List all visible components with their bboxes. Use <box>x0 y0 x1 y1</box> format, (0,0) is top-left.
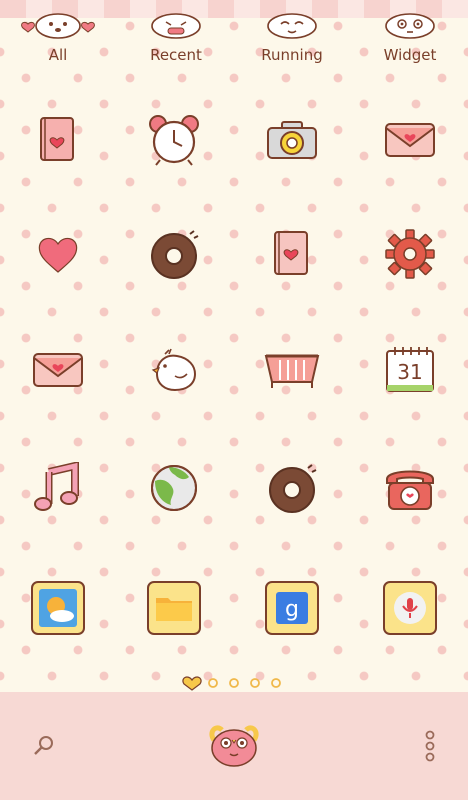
folder-icon <box>147 581 201 635</box>
heart-icon <box>38 237 78 273</box>
app-calendar[interactable]: 31 <box>370 330 450 410</box>
app-heart[interactable] <box>18 214 98 294</box>
app-files[interactable] <box>134 568 214 648</box>
tab-running[interactable]: Running <box>242 10 342 68</box>
pager-dot[interactable] <box>229 678 239 688</box>
tab-widget[interactable]: Widget <box>360 10 460 68</box>
camera-icon <box>267 121 317 159</box>
book-heart-icon <box>40 117 74 161</box>
donut-icon <box>151 230 199 279</box>
search-icon <box>34 736 53 755</box>
gear-icon <box>385 229 435 279</box>
basket-icon <box>264 354 320 388</box>
app-donut[interactable] <box>134 214 214 294</box>
more-options-button[interactable] <box>414 726 446 766</box>
donut-icon <box>269 464 317 513</box>
bird-icon <box>151 348 197 392</box>
tab-all[interactable]: All <box>8 10 108 68</box>
app-google[interactable]: g <box>252 568 332 648</box>
tab-recent-label: Recent <box>150 46 202 64</box>
app-mail[interactable] <box>370 100 450 180</box>
pager-dot[interactable] <box>271 678 281 688</box>
calendar-day: 31 <box>397 360 422 384</box>
tab-recent[interactable]: Recent <box>126 10 226 68</box>
book-heart-icon <box>274 231 308 275</box>
pager-dot-current[interactable] <box>182 676 202 691</box>
app-shopping[interactable] <box>252 330 332 410</box>
dog-face-icon <box>21 13 95 39</box>
app-donut-2[interactable] <box>252 448 332 528</box>
app-book[interactable] <box>18 100 98 180</box>
weather-icon <box>31 581 85 635</box>
app-notebook[interactable] <box>252 214 332 294</box>
music-note-icon <box>34 462 79 511</box>
monster-icon <box>209 725 259 767</box>
tab-bar: All Recent Running Widget <box>0 10 468 70</box>
app-phone[interactable] <box>370 448 450 528</box>
dock <box>0 692 468 800</box>
dog-face-icon <box>267 13 317 39</box>
app-browser[interactable] <box>134 448 214 528</box>
app-voice[interactable] <box>370 568 450 648</box>
app-twitter[interactable] <box>134 330 214 410</box>
google-glyph: g <box>285 597 299 622</box>
telephone-icon <box>386 470 434 510</box>
dog-face-icon <box>385 13 435 39</box>
app-music[interactable] <box>18 448 98 528</box>
app-settings[interactable] <box>370 214 450 294</box>
app-messages[interactable] <box>18 330 98 410</box>
envelope-heart-icon <box>385 123 435 157</box>
pager-dot[interactable] <box>208 678 218 688</box>
app-clock[interactable] <box>134 100 214 180</box>
microphone-icon <box>383 581 437 635</box>
tab-widget-label: Widget <box>383 46 437 64</box>
page-indicator <box>0 674 468 692</box>
app-camera[interactable] <box>252 100 332 180</box>
tab-running-label: Running <box>261 46 323 64</box>
app-weather[interactable] <box>18 568 98 648</box>
dog-face-icon <box>151 13 201 39</box>
pager-dot[interactable] <box>250 678 260 688</box>
globe-icon <box>151 465 197 511</box>
alarm-clock-icon <box>149 115 199 166</box>
more-vert-icon <box>425 730 435 762</box>
tab-all-label: All <box>48 46 68 64</box>
home-button[interactable] <box>204 714 264 774</box>
google-search-icon: g <box>265 581 319 635</box>
search-button[interactable] <box>28 730 60 762</box>
calendar-icon: 31 <box>386 347 434 392</box>
envelope-heart-icon <box>33 353 83 387</box>
